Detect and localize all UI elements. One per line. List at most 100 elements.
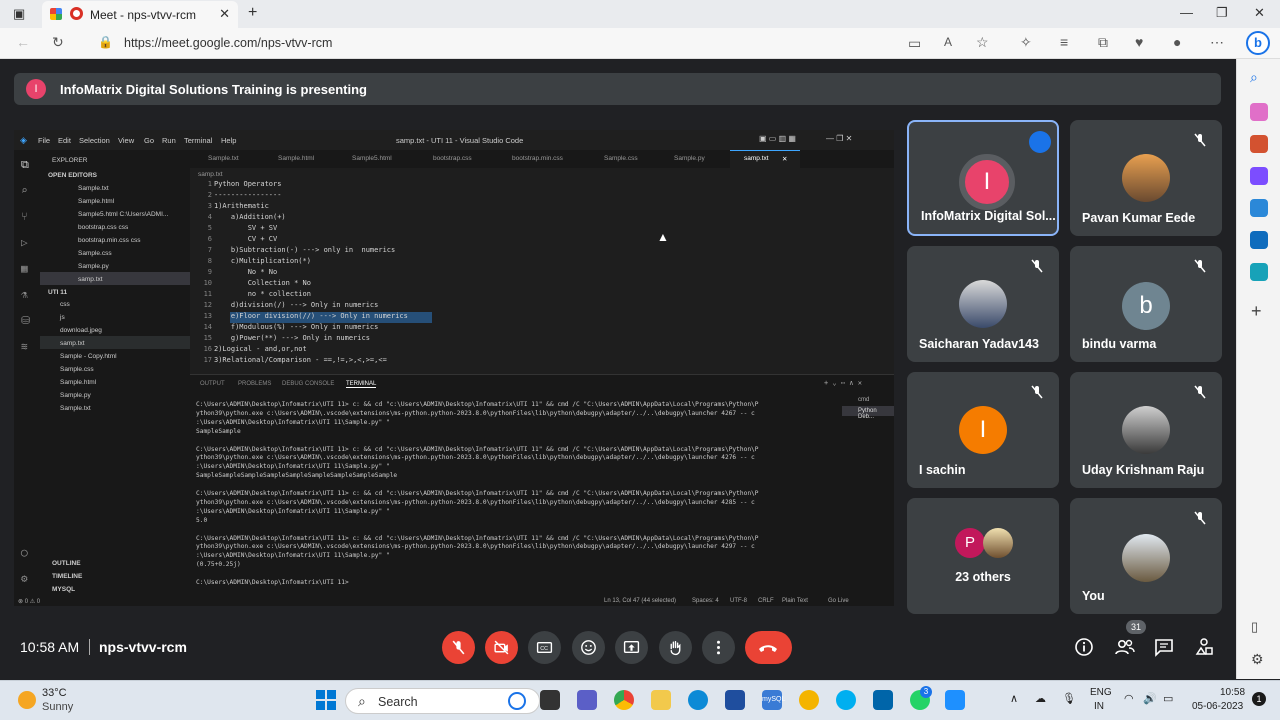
terminal-line: C:\Users\ADMIN\Desktop\Infomatrix\UTI 11… bbox=[196, 579, 349, 586]
sticky-app-icon[interactable] bbox=[799, 690, 819, 710]
present-button[interactable] bbox=[615, 631, 648, 664]
taskbar-search[interactable]: ⌕ Search bbox=[345, 688, 540, 714]
weather-temp[interactable]: 33°C bbox=[42, 687, 67, 699]
close-tab-icon[interactable]: ✕ bbox=[219, 6, 230, 22]
back-icon[interactable]: ← bbox=[16, 34, 30, 50]
search-icon[interactable]: ⌕ bbox=[1250, 69, 1258, 86]
new-tab-button[interactable]: + bbox=[248, 4, 257, 22]
taskbar-date: 05-06-2023 bbox=[1192, 701, 1244, 712]
settings-gear-icon[interactable]: ⚙ bbox=[1251, 651, 1264, 668]
notification-badge[interactable]: 1 bbox=[1252, 692, 1266, 706]
close-window-button[interactable]: ✕ bbox=[1254, 5, 1265, 21]
account-icon: ◯ bbox=[21, 546, 28, 559]
meeting-code: nps-vtvv-rcm bbox=[99, 639, 187, 655]
microsoft365-icon[interactable] bbox=[1250, 199, 1268, 217]
task-view-icon[interactable] bbox=[540, 690, 560, 710]
reactions-button[interactable] bbox=[572, 631, 605, 664]
leave-call-button[interactable] bbox=[745, 631, 792, 664]
activities-button[interactable] bbox=[1194, 637, 1216, 659]
source-control-icon: ⑂ bbox=[21, 210, 28, 223]
participant-tile-presenter[interactable]: I InfoMatrix Digital Sol... bbox=[907, 120, 1059, 236]
maximize-button[interactable]: ❐ bbox=[1216, 5, 1228, 21]
folder-item: samp.txt bbox=[60, 340, 85, 347]
file-explorer-icon[interactable] bbox=[651, 690, 671, 710]
testing-icon: ⚗ bbox=[21, 288, 28, 301]
raise-hand-button[interactable] bbox=[659, 631, 692, 664]
tab-actions-icon[interactable]: ▣ bbox=[13, 6, 25, 22]
code-line: CV + CV bbox=[214, 235, 278, 243]
profile-icon[interactable]: ● bbox=[1173, 34, 1181, 50]
captions-button[interactable]: CC bbox=[528, 631, 561, 664]
language-indicator[interactable]: ENG bbox=[1090, 687, 1112, 698]
bing-chat-icon[interactable]: b bbox=[1246, 31, 1270, 55]
games-icon[interactable] bbox=[1250, 167, 1268, 185]
browser-tab-meet[interactable]: Meet - nps-vtvv-rcm ✕ bbox=[42, 1, 238, 28]
onedrive-icon[interactable]: ☁ bbox=[1035, 692, 1046, 705]
camera-blocked-icon[interactable]: ▭ bbox=[908, 35, 921, 52]
sidebar-toggle-icon[interactable]: ▯ bbox=[1251, 619, 1258, 635]
status-problems: ⊗ 0 ⚠ 0 bbox=[18, 599, 41, 605]
participant-tile[interactable]: Pavan Kumar Eede bbox=[1070, 120, 1222, 236]
read-aloud-icon[interactable]: A bbox=[944, 35, 952, 49]
more-menu-icon[interactable]: ⋯ bbox=[1210, 34, 1224, 51]
microphone-button[interactable] bbox=[442, 631, 475, 664]
vscode-icon[interactable] bbox=[873, 690, 893, 710]
shopping-icon[interactable] bbox=[1250, 103, 1268, 121]
line-number: 8 bbox=[207, 257, 212, 265]
drop-icon[interactable] bbox=[1250, 263, 1268, 281]
vscode-statusbar: ⊗ 0 ⚠ 0 Ln 13, Col 47 (44 selected) Spac… bbox=[14, 596, 894, 606]
camera-button[interactable] bbox=[485, 631, 518, 664]
status-encoding: UTF-8 bbox=[730, 598, 747, 604]
chevron-up-icon[interactable]: ∧ bbox=[1010, 692, 1018, 705]
editor-tab: Sample.css bbox=[604, 155, 638, 162]
skype-icon[interactable] bbox=[836, 690, 856, 710]
participant-tile-self[interactable]: You bbox=[1070, 498, 1222, 614]
line-number: 9 bbox=[207, 268, 212, 276]
performance-icon[interactable]: ♥ bbox=[1135, 34, 1143, 50]
participant-tile[interactable]: Saicharan Yadav143 bbox=[907, 246, 1059, 362]
refresh-icon[interactable]: ↻ bbox=[52, 34, 64, 51]
code-line: Python Operators bbox=[214, 180, 282, 188]
terminal-line: (0.75+0.25j) bbox=[196, 561, 241, 569]
folder-item: js bbox=[60, 314, 65, 321]
participant-tile[interactable]: b bindu varma bbox=[1070, 246, 1222, 362]
participant-tile[interactable]: I I sachin bbox=[907, 372, 1059, 488]
folder-label: UTI 11 bbox=[48, 289, 68, 296]
store-icon[interactable] bbox=[725, 690, 745, 710]
battery-icon[interactable]: ▭ bbox=[1163, 692, 1173, 705]
code-line: c)Multiplication(*) bbox=[214, 257, 311, 265]
panel-tab-output: OUTPUT bbox=[200, 381, 225, 387]
favorite-star-icon[interactable]: ☆ bbox=[976, 34, 989, 51]
code-line: f)Modulous(%) ---> Only in numerics bbox=[214, 323, 379, 331]
favorites-icon[interactable]: ≡ bbox=[1060, 34, 1068, 50]
mysql-app-icon[interactable]: mySQL bbox=[762, 690, 785, 710]
minimize-button[interactable]: — bbox=[1180, 5, 1193, 20]
avatar: I bbox=[959, 154, 1015, 210]
teams-icon[interactable] bbox=[577, 690, 597, 710]
chat-button[interactable] bbox=[1154, 637, 1176, 659]
open-editor-item-active: samp.txt bbox=[78, 276, 103, 283]
meeting-details-button[interactable] bbox=[1074, 637, 1096, 659]
outlook-icon[interactable] bbox=[1250, 231, 1268, 249]
edge-icon[interactable] bbox=[688, 690, 708, 710]
microphone-icon[interactable]: 🎙 bbox=[1062, 692, 1076, 705]
editor-tab-active: samp.txt bbox=[744, 155, 769, 162]
screen-share-app-icon[interactable] bbox=[945, 690, 965, 710]
participant-tile[interactable]: Uday Krishnam Raju bbox=[1070, 372, 1222, 488]
info-icon bbox=[1075, 638, 1093, 656]
chrome-icon[interactable] bbox=[614, 690, 634, 710]
add-icon[interactable]: + bbox=[1251, 301, 1262, 322]
people-count-badge: 31 bbox=[1126, 620, 1146, 634]
volume-icon[interactable]: 🔊 bbox=[1143, 692, 1157, 705]
tools-icon[interactable] bbox=[1250, 135, 1268, 153]
extensions-icon[interactable]: ✧ bbox=[1020, 34, 1032, 51]
wifi-icon[interactable]: ◠ bbox=[1124, 692, 1134, 705]
weather-sun-icon[interactable] bbox=[18, 691, 36, 709]
lock-icon[interactable]: 🔒 bbox=[98, 35, 113, 49]
more-options-button[interactable] bbox=[702, 631, 735, 664]
avatar bbox=[1122, 406, 1170, 454]
people-button[interactable] bbox=[1114, 637, 1136, 659]
taskbar-time[interactable]: 10:58 bbox=[1220, 687, 1245, 698]
collections-icon[interactable]: ⧉ bbox=[1098, 34, 1108, 51]
participant-tile-others[interactable]: P 23 others bbox=[907, 498, 1059, 614]
